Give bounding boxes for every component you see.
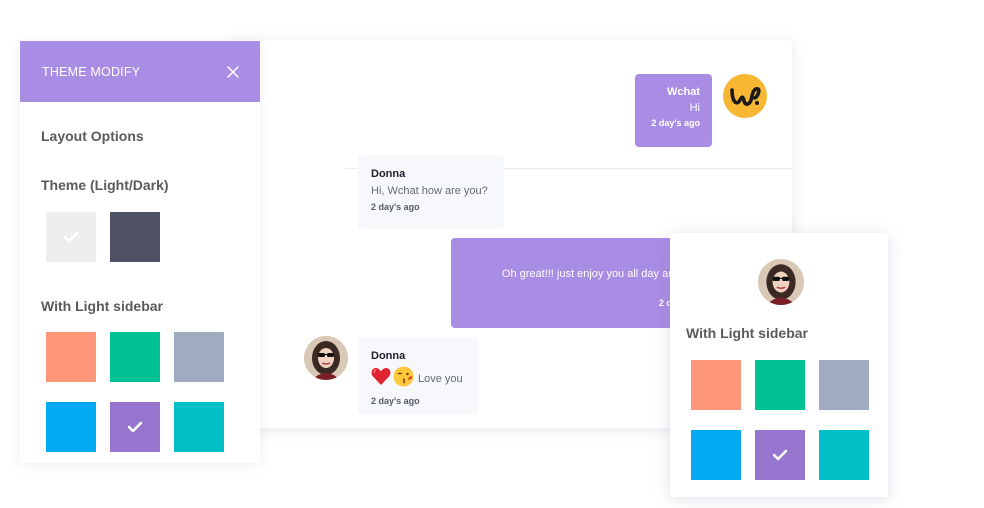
check-icon xyxy=(63,231,79,243)
light-sidebar-popup: With Light sidebar xyxy=(670,233,888,497)
message-text: Hi xyxy=(689,102,700,114)
sidebar-swatch-green[interactable] xyxy=(110,332,160,382)
message-sender: Wchat xyxy=(667,86,700,98)
close-icon[interactable] xyxy=(226,65,240,79)
check-icon xyxy=(127,421,143,433)
light-sidebar-heading: With Light sidebar xyxy=(41,298,163,314)
popup-swatch-orange[interactable] xyxy=(691,360,741,410)
sidebar-swatch-teal[interactable] xyxy=(174,402,224,452)
theme-modify-panel: THEME MODIFY Layout Options Theme (Light… xyxy=(20,41,260,463)
theme-panel-title: THEME MODIFY xyxy=(42,64,141,79)
wchat-logo-avatar xyxy=(723,74,767,118)
message-emoji-row: Love you xyxy=(371,366,478,392)
popup-swatch-green[interactable] xyxy=(755,360,805,410)
sidebar-swatch-blue[interactable] xyxy=(46,402,96,452)
message-time: 2 day's xyxy=(658,298,689,308)
popup-swatch-teal[interactable] xyxy=(819,430,869,480)
message-time: 2 day's ago xyxy=(371,202,420,212)
theme-light-dark-heading: Theme (Light/Dark) xyxy=(41,177,169,193)
message-sender: Donna xyxy=(371,350,406,362)
theme-swatch-dark[interactable] xyxy=(110,212,160,262)
check-icon xyxy=(772,449,788,461)
message-bubble-incoming: Donna Love you 2 day's ago xyxy=(358,337,478,414)
message-time: 2 day's ago xyxy=(371,396,420,406)
layout-options-heading: Layout Options xyxy=(41,128,144,144)
kiss-face-icon xyxy=(393,366,414,392)
message-bubble-outgoing: Wchat Hi 2 day's ago xyxy=(635,74,712,147)
message-sender: Wo xyxy=(451,252,689,264)
popup-swatch-blue[interactable] xyxy=(691,430,741,480)
message-text: Oh great!!! just enjoy you all day and k xyxy=(501,268,689,280)
popup-swatch-purple[interactable] xyxy=(755,430,805,480)
popup-light-sidebar-heading: With Light sidebar xyxy=(686,325,808,341)
donna-avatar xyxy=(758,259,804,305)
theme-panel-header: THEME MODIFY xyxy=(20,41,260,102)
message-time: 2 day's ago xyxy=(651,118,700,128)
popup-swatch-gray[interactable] xyxy=(819,360,869,410)
donna-avatar xyxy=(304,336,348,380)
sidebar-swatch-orange[interactable] xyxy=(46,332,96,382)
sidebar-swatch-gray[interactable] xyxy=(174,332,224,382)
message-text-line2: roc xyxy=(451,283,689,295)
sidebar-swatch-purple[interactable] xyxy=(110,402,160,452)
message-text: Hi, Wchat how are you? xyxy=(371,185,488,197)
message-text: Love you xyxy=(418,373,463,385)
theme-swatch-light[interactable] xyxy=(46,212,96,262)
message-bubble-outgoing: Wo Oh great!!! just enjoy you all day an… xyxy=(451,238,701,328)
message-sender: Donna xyxy=(371,168,406,180)
message-bubble-incoming: Donna Hi, Wchat how are you? 2 day's ago xyxy=(358,155,504,229)
heart-icon xyxy=(371,367,391,391)
